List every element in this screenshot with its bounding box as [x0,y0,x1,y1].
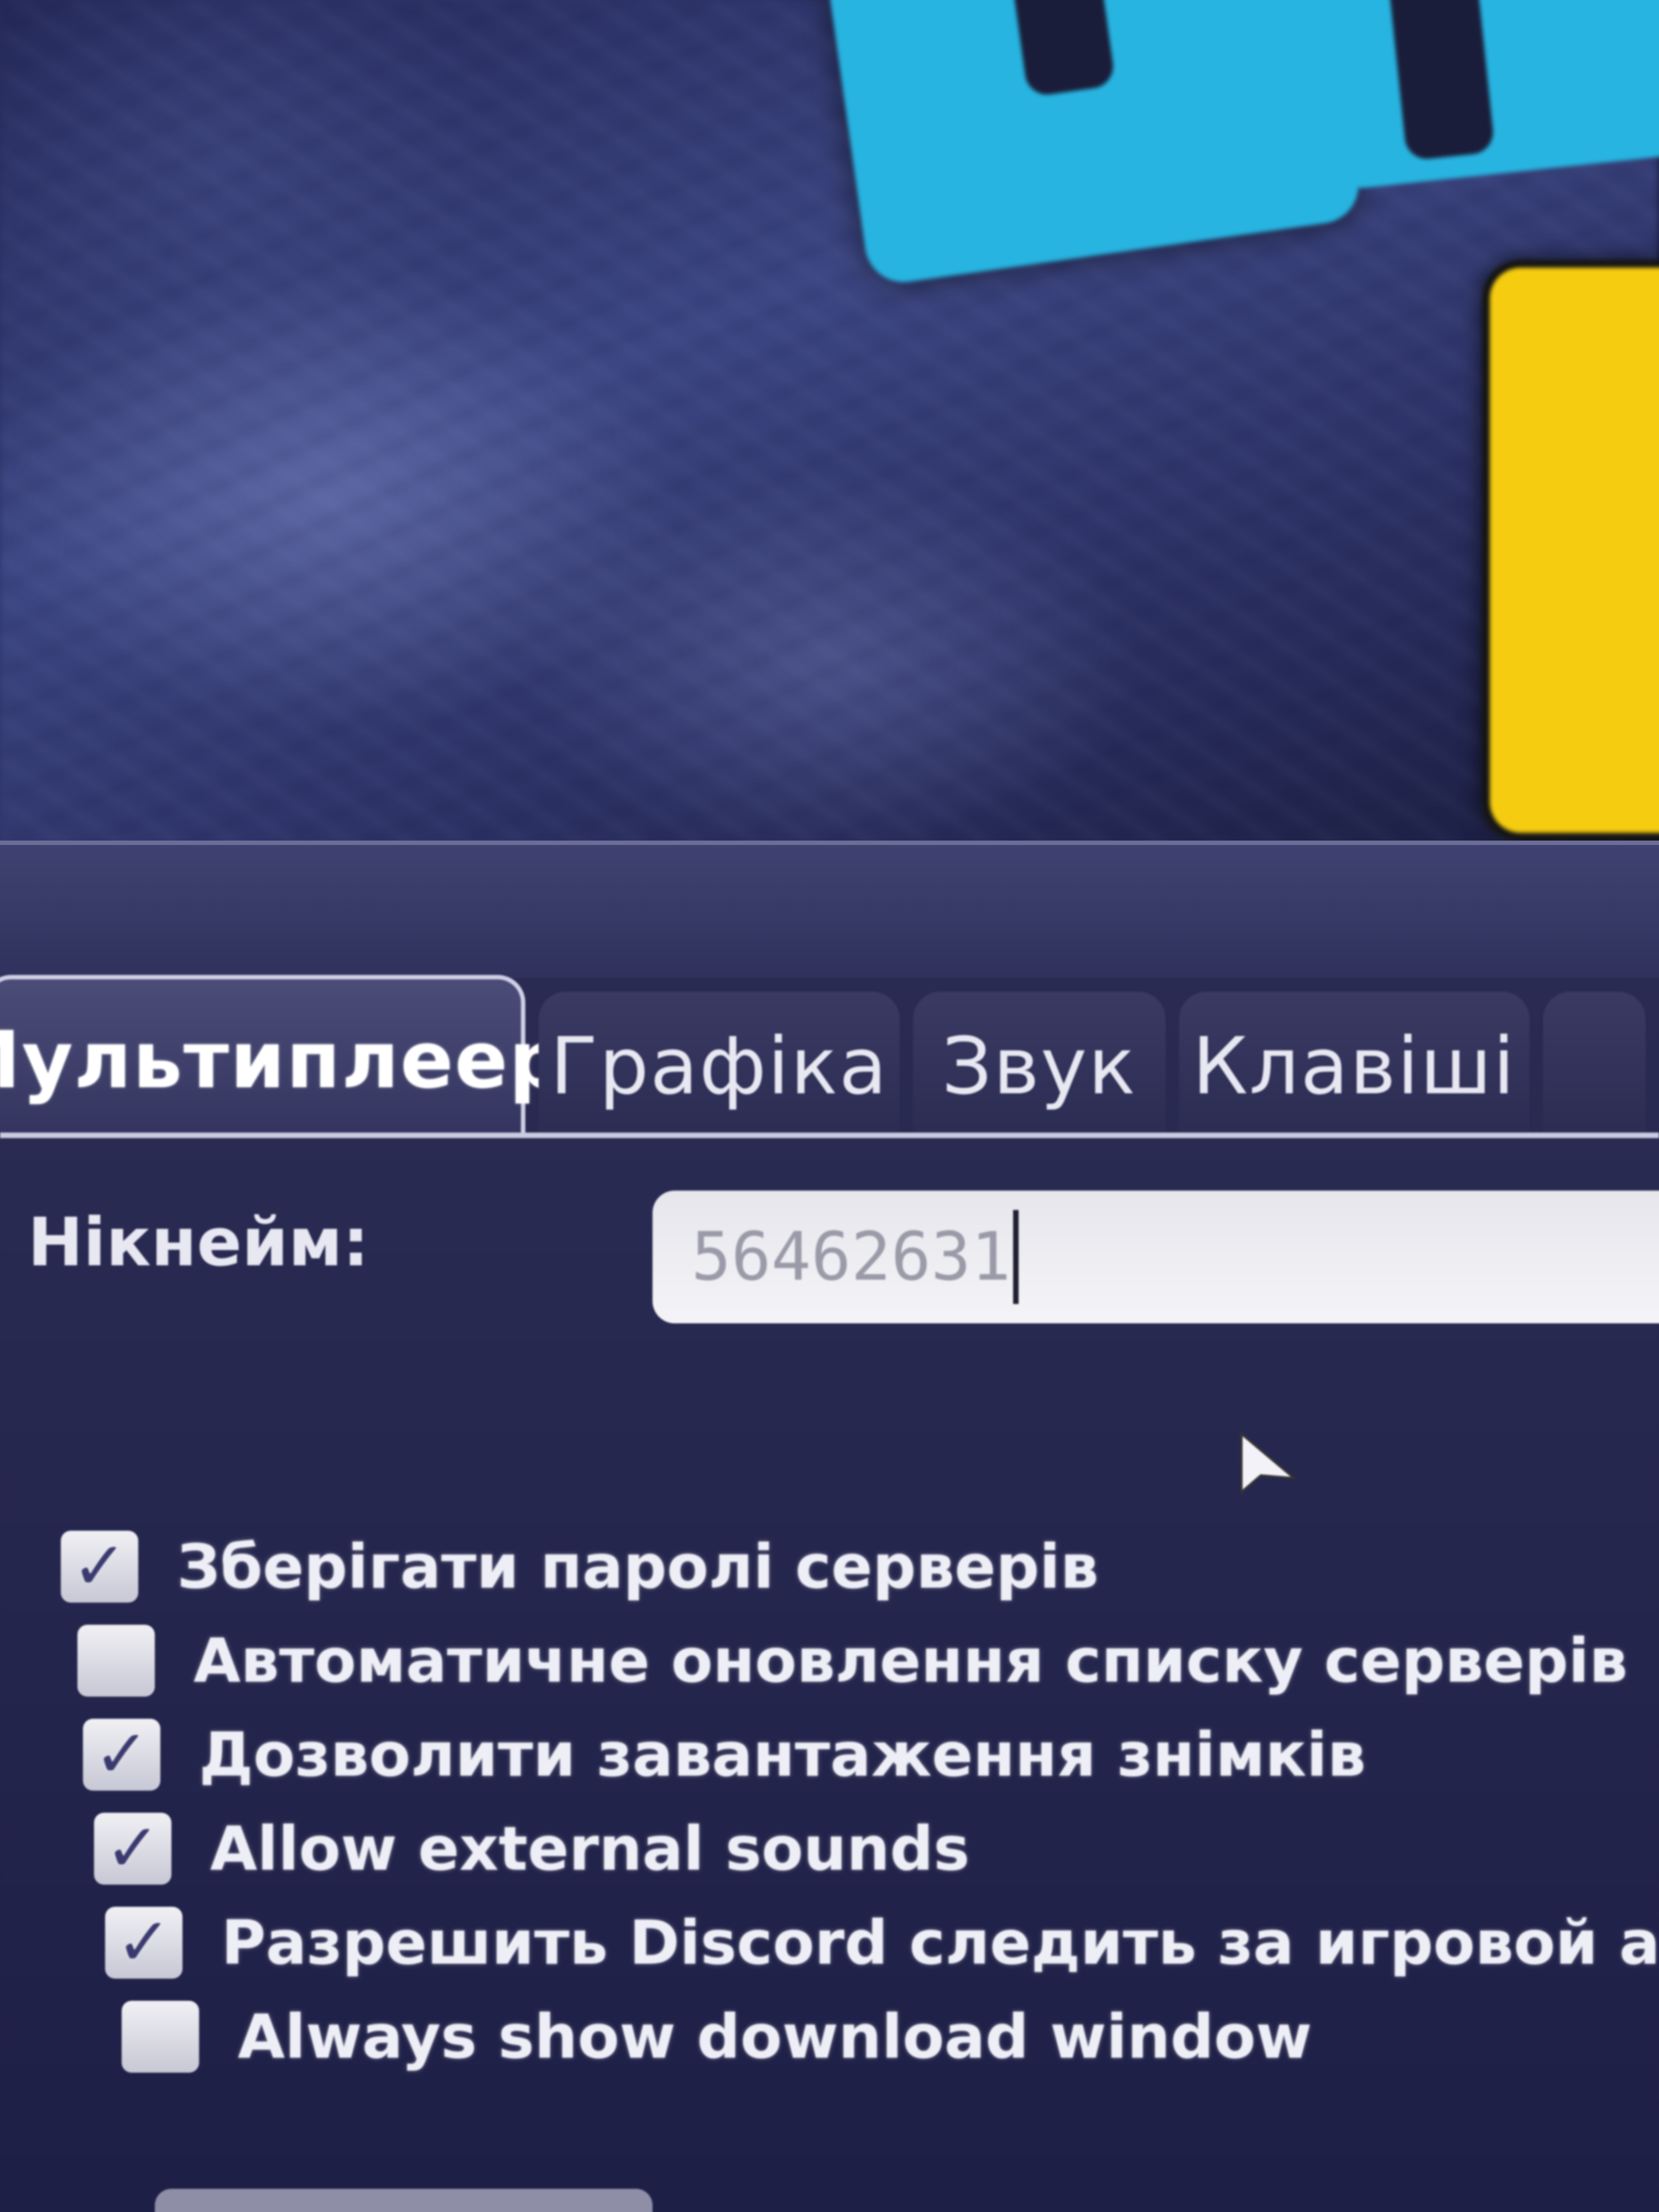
option-label: Always show download window [238,2001,1312,2072]
option-label: Автоматичне оновлення списку серверів [194,1625,1628,1696]
tab-sound[interactable]: Звук [912,992,1166,1141]
dialog-header-bar [0,845,1659,978]
checkbox-allow-screenshot-uploads[interactable]: ✓ [83,1719,160,1791]
checkbox-discord-activity[interactable]: ✓ [105,1907,182,1979]
tab-more[interactable] [1542,992,1646,1141]
option-discord-activity[interactable]: ✓ Разрешить Discord следить за игровой а… [61,1896,1659,1990]
option-allow-screenshot-uploads[interactable]: ✓ Дозволити завантаження знімків [61,1708,1659,1802]
option-label: Зберігати паролі серверів [177,1531,1099,1602]
option-always-show-download-window[interactable]: Always show download window [61,1990,1659,2084]
checkbox-always-show-download-window[interactable] [122,2001,199,2073]
nickname-value: 56462631 [691,1218,1011,1296]
nickname-label: Нікнейм: [28,1204,369,1281]
tab-multiplayer[interactable]: Мультиплеер [0,975,565,1141]
next-setting-partial [155,2189,653,2212]
option-save-server-passwords[interactable]: ✓ Зберігати паролі серверів [61,1520,1659,1614]
tab-graphics[interactable]: Графіка [539,992,900,1141]
text-caret [1013,1210,1019,1304]
option-label: Allow external sounds [210,1813,970,1884]
multiplayer-options-list: ✓ Зберігати паролі серверів Автоматичне … [61,1520,1659,2084]
checkbox-allow-external-sounds[interactable]: ✓ [94,1813,171,1885]
settings-dialog: Мультиплеер Графіка Звук Клавіші Нікнейм… [0,841,1659,2212]
option-auto-refresh-server-list[interactable]: Автоматичне оновлення списку серверів [61,1614,1659,1708]
settings-tabs: Мультиплеер Графіка Звук Клавіші [0,975,1659,1141]
multiplayer-settings-panel: Нікнейм: 56462631 ✓ Зберігати паролі сер… [0,1133,1659,2212]
checkbox-save-server-passwords[interactable]: ✓ [61,1531,138,1603]
game-logo-yellow-block [1482,260,1659,841]
option-label: Дозволити завантаження знімків [199,1719,1366,1790]
option-allow-external-sounds[interactable]: ✓ Allow external sounds [61,1802,1659,1896]
option-label: Разрешить Discord следить за игровой акт… [221,1907,1659,1978]
checkbox-auto-refresh-server-list[interactable] [77,1625,155,1697]
nickname-input[interactable]: 56462631 [653,1191,1659,1323]
tab-keys[interactable]: Клавіші [1178,992,1530,1141]
game-settings-screen: Мультиплеер Графіка Звук Клавіші Нікнейм… [0,0,1659,2212]
